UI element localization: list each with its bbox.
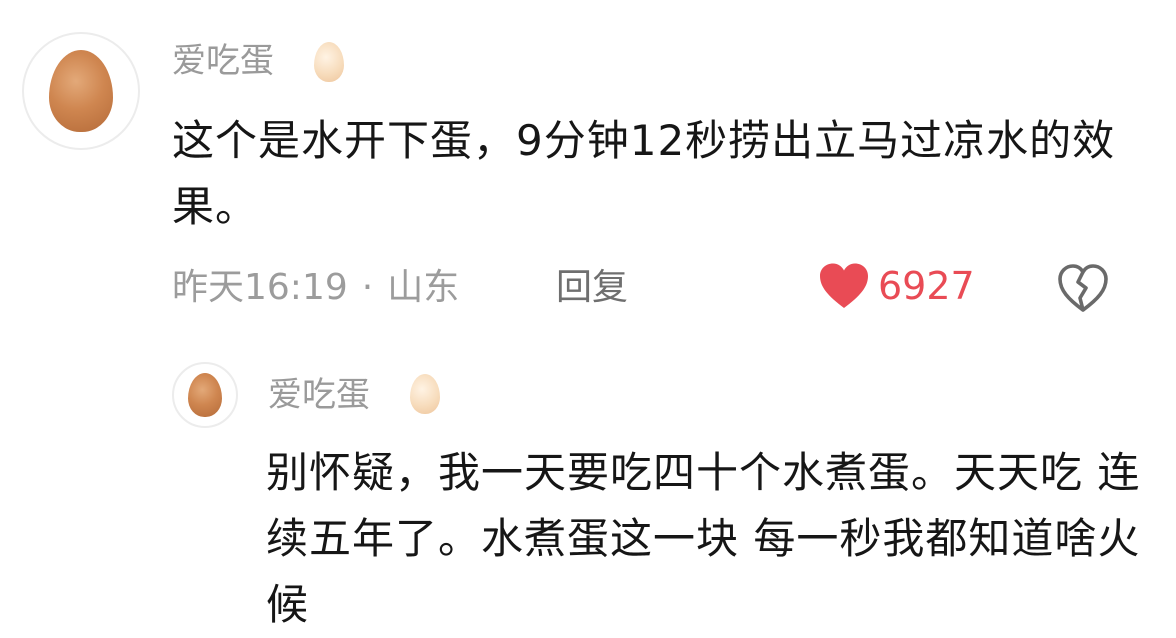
comment-time: 昨天16:19 <box>172 267 348 308</box>
reply-text: 别怀疑，我一天要吃四十个水煮蛋。天天吃 连续五年了。水煮蛋这一块 每一秒我都知道… <box>266 448 1141 629</box>
egg-avatar-icon <box>49 50 113 132</box>
user-avatar[interactable] <box>22 32 140 150</box>
egg-avatar-icon <box>188 373 222 417</box>
like-count: 6927 <box>878 264 975 308</box>
heart-icon <box>820 263 868 308</box>
egg-emoji-icon <box>410 374 440 414</box>
comment-thread: 爱吃蛋 这个是水开下蛋，9分钟12秒捞出立马过凉水的效果。 昨天16:19 · 山东… <box>0 0 1176 633</box>
comment-text: 这个是水开下蛋，9分钟12秒捞出立马过凉水的效果。 <box>172 116 1116 231</box>
dislike-button[interactable] <box>1056 262 1110 318</box>
egg-emoji-icon <box>314 42 344 82</box>
comment-username[interactable]: 爱吃蛋 <box>172 44 274 78</box>
comment-meta: 昨天16:19 · 山东 <box>172 270 459 306</box>
like-button[interactable]: 6927 <box>818 262 975 310</box>
reply-button[interactable]: 回复 <box>556 270 628 306</box>
meta-separator: · <box>361 267 374 308</box>
reply-username[interactable]: 爱吃蛋 <box>268 378 370 412</box>
reply-user-avatar[interactable] <box>172 362 238 428</box>
comment-location: 山东 <box>387 267 460 308</box>
broken-heart-icon <box>1058 264 1108 312</box>
